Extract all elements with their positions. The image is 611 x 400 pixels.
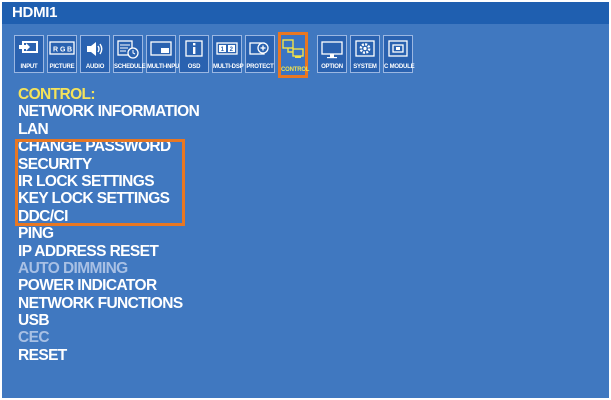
menu-item-network-information[interactable]: NETWORK INFORMATION bbox=[18, 103, 200, 120]
tab-multi-input[interactable]: MULTI-INPUT bbox=[146, 35, 183, 73]
menu-item-network-functions[interactable]: NETWORK FUNCTIONS bbox=[18, 295, 199, 312]
input-source-title: HDMI1 bbox=[12, 4, 58, 21]
shield-plus-icon bbox=[246, 39, 274, 61]
tab-label: MULTI-INPUT bbox=[147, 64, 183, 70]
tab-label: INPUT bbox=[20, 64, 38, 70]
menu-tab-bar: INPUT RGB PICTURE AUDIO SCHEDULE MULTI-I… bbox=[14, 32, 514, 78]
osd-menu: HDMI1 INPUT RGB PICTURE AUDIO SCHEDULE M… bbox=[2, 2, 609, 398]
tab-control[interactable]: CONTROL bbox=[278, 32, 310, 78]
control-network-icon bbox=[281, 38, 305, 60]
menu-heading: CONTROL: bbox=[18, 86, 96, 103]
gear-icon bbox=[351, 39, 379, 61]
schedule-clock-icon bbox=[114, 39, 142, 61]
tab-protect[interactable]: PROTECT bbox=[245, 35, 275, 73]
menu-item-usb[interactable]: USB bbox=[18, 312, 199, 329]
tab-osd[interactable]: OSD bbox=[179, 35, 209, 73]
multi-input-icon bbox=[147, 39, 175, 61]
tab-audio[interactable]: AUDIO bbox=[80, 35, 110, 73]
speaker-icon bbox=[81, 39, 109, 61]
compute-module-icon bbox=[384, 39, 412, 61]
menu-item-power-indicator[interactable]: POWER INDICATOR bbox=[18, 277, 199, 294]
tab-label: AUDIO bbox=[85, 64, 105, 70]
tab-label: SYSTEM bbox=[353, 64, 377, 70]
menu-item-auto-dimming: AUTO DIMMING bbox=[18, 259, 128, 277]
tab-input[interactable]: INPUT bbox=[14, 35, 44, 73]
menu-item-lan[interactable]: LAN bbox=[18, 121, 199, 138]
security-items-highlight bbox=[15, 139, 185, 226]
tab-option[interactable]: OPTION bbox=[317, 35, 347, 73]
tab-schedule[interactable]: SCHEDULE bbox=[113, 35, 146, 73]
tab-c-module[interactable]: C MODULE bbox=[383, 35, 415, 73]
svg-text:R: R bbox=[53, 47, 58, 54]
menu-item-ping[interactable]: PING bbox=[18, 225, 199, 242]
tab-picture[interactable]: RGB PICTURE bbox=[47, 35, 77, 73]
tab-label: OSD bbox=[187, 64, 201, 70]
tab-label: C MODULE bbox=[384, 64, 415, 70]
tab-system[interactable]: SYSTEM bbox=[350, 35, 380, 73]
tab-multi-dsp[interactable]: 12 MULTI-DSP bbox=[212, 35, 244, 73]
info-icon bbox=[180, 39, 208, 61]
tab-label: PICTURE bbox=[49, 64, 75, 70]
title-bar: HDMI1 bbox=[2, 2, 609, 24]
tab-label: PROTECT bbox=[246, 64, 274, 70]
tab-label: MULTI-DSP bbox=[213, 64, 244, 70]
tab-label: SCHEDULE bbox=[114, 64, 146, 70]
picture-rgb-icon: RGB bbox=[48, 39, 76, 61]
menu-item-reset[interactable]: RESET bbox=[18, 347, 199, 364]
svg-text:B: B bbox=[67, 47, 72, 54]
tab-label: OPTION bbox=[321, 64, 343, 70]
option-monitor-icon bbox=[318, 39, 346, 61]
tab-label: CONTROL bbox=[281, 67, 310, 73]
input-icon bbox=[15, 39, 43, 61]
menu-item-ip-address-reset[interactable]: IP ADDRESS RESET bbox=[18, 243, 199, 260]
multi-display-icon: 12 bbox=[213, 39, 241, 61]
menu-item-cec: CEC bbox=[18, 329, 50, 347]
svg-text:G: G bbox=[60, 47, 66, 54]
